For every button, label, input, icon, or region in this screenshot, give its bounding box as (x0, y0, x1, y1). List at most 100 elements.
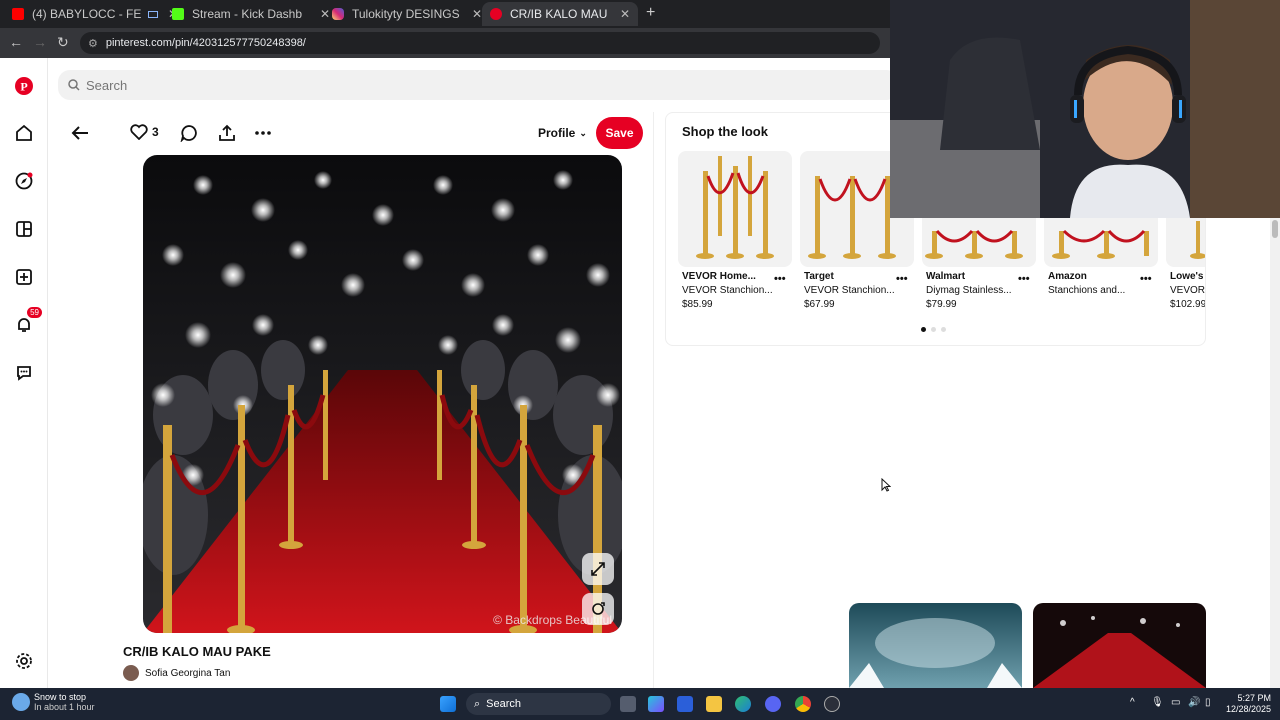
profile-board-dropdown[interactable]: Profile ⌄ (538, 126, 587, 140)
home-icon[interactable] (12, 121, 36, 145)
network-icon[interactable]: ▭ (1171, 697, 1180, 708)
kick-icon (172, 8, 184, 20)
youtube-icon (12, 8, 24, 20)
notifications-badge: 59 (27, 307, 42, 318)
product-store: Lowe's (1170, 271, 1204, 282)
product-store: VEVOR Home... (682, 271, 756, 282)
app-icon[interactable] (677, 696, 693, 712)
pinterest-sidebar: P 59 (0, 58, 48, 688)
more-options-icon[interactable]: ••• (1140, 273, 1152, 285)
battery-icon[interactable]: ▯ (1205, 697, 1211, 708)
expand-icon[interactable] (582, 553, 614, 585)
browser-tab[interactable]: Tulokityty DESINGS (@tulokityty) ✕ (324, 2, 490, 26)
product-name: Stanchions and... (1048, 285, 1126, 296)
product-price: $67.99 (804, 299, 835, 310)
back-nav-icon[interactable]: ← (9, 34, 23, 50)
like-button[interactable]: 3 (130, 124, 159, 140)
task-view-icon[interactable] (620, 696, 636, 712)
messages-icon[interactable] (12, 361, 36, 385)
boards-icon[interactable] (12, 217, 36, 241)
product-name: Diymag Stainless... (926, 285, 1012, 296)
weather-snow-icon (12, 693, 30, 711)
microphone-icon[interactable]: 🎙 (1151, 697, 1164, 708)
file-explorer-icon[interactable] (706, 696, 722, 712)
product-price: $102.99 (1170, 299, 1206, 310)
explore-icon[interactable] (12, 169, 36, 193)
new-tab-icon[interactable]: + (646, 4, 655, 22)
forward-nav-icon[interactable]: → (33, 34, 47, 50)
save-button[interactable]: Save (596, 117, 643, 149)
reload-icon[interactable]: ↻ (57, 34, 69, 51)
clock-date: 12/28/2025 (1226, 704, 1272, 714)
product-store: Walmart (926, 271, 966, 282)
cast-icon (148, 10, 158, 18)
more-options-icon[interactable]: ••• (896, 273, 908, 285)
visual-search-icon[interactable] (582, 593, 614, 625)
back-arrow-icon[interactable] (70, 124, 90, 147)
page-scrollbar[interactable] (1270, 218, 1280, 688)
chevron-down-icon: ⌄ (579, 127, 587, 138)
webcam-feed (890, 0, 1280, 218)
discord-icon[interactable] (765, 696, 781, 712)
pinterest-logo-icon[interactable]: P (12, 74, 36, 98)
volume-icon[interactable]: 🔊 (1188, 697, 1200, 708)
search-input[interactable]: Search (58, 70, 898, 100)
tab-title: Tulokityty DESINGS (@tulokityty) (352, 7, 462, 21)
close-tab-icon[interactable]: ✕ (472, 7, 482, 21)
edge-icon[interactable] (735, 696, 751, 712)
copilot-icon[interactable] (648, 696, 664, 712)
url-bar[interactable]: ⚙ pinterest.com/pin/420312577750248398/ (80, 32, 880, 54)
search-icon (68, 79, 80, 91)
related-pin-image (1033, 616, 1206, 688)
windows-taskbar: Snow to stop In about 1 hour ⌕ Search ^ … (0, 688, 1280, 720)
product-name: VEVOR Stanchion... (804, 285, 895, 296)
heart-icon (130, 124, 148, 140)
weather-widget[interactable]: Snow to stop In about 1 hour (12, 692, 95, 712)
avatar (123, 665, 139, 681)
panel-divider (653, 112, 654, 688)
search-placeholder: Search (86, 77, 128, 93)
site-info-icon[interactable]: ⚙ (88, 37, 98, 50)
taskbar-clock[interactable]: 5:27 PM 12/28/2025 (1226, 693, 1271, 715)
more-options-icon[interactable] (254, 124, 272, 142)
pin-title: CR/IB KALO MAU PAKE (123, 644, 271, 659)
carousel-dot[interactable] (921, 327, 926, 332)
product-card[interactable]: VEVOR Home... ••• VEVOR Stanchion... $85… (678, 151, 792, 310)
obs-icon[interactable] (824, 696, 840, 712)
carousel-dot[interactable] (931, 327, 936, 332)
browser-tab[interactable]: (4) BABYLOCC - FELIZ NAVIDAD ✕ (4, 2, 186, 26)
carousel-dot[interactable] (941, 327, 946, 332)
pin-image[interactable]: © Backdrops Beautiful (143, 155, 622, 633)
svg-text:P: P (20, 80, 27, 94)
settings-gear-icon[interactable] (12, 649, 36, 673)
taskbar-search-label: Search (486, 698, 522, 710)
chrome-icon[interactable] (795, 696, 811, 712)
browser-tab[interactable]: Stream - Kick Dashboard ✕ (164, 2, 338, 26)
windows-start-icon[interactable] (440, 696, 456, 712)
pin-author[interactable]: Sofia Georgina Tan (123, 665, 230, 681)
shop-heading: Shop the look (682, 124, 768, 139)
related-pin[interactable] (1033, 603, 1206, 688)
product-store: Amazon (1048, 271, 1087, 282)
carousel-dots (921, 327, 946, 332)
close-tab-icon[interactable]: ✕ (620, 7, 630, 21)
comment-icon[interactable] (180, 124, 198, 142)
tray-chevron-icon[interactable]: ^ (1130, 697, 1135, 708)
related-pin[interactable] (849, 603, 1022, 688)
product-image (678, 151, 792, 267)
taskbar-search[interactable]: ⌕ Search (466, 693, 611, 715)
search-icon: ⌕ (474, 697, 481, 710)
weather-line2: In about 1 hour (34, 702, 95, 712)
create-icon[interactable] (12, 265, 36, 289)
more-options-icon[interactable]: ••• (1018, 273, 1030, 285)
product-price: $79.99 (926, 299, 957, 310)
more-options-icon[interactable]: ••• (774, 273, 786, 285)
tab-title: Stream - Kick Dashboard (192, 7, 302, 21)
like-count: 3 (152, 125, 159, 139)
notifications-icon[interactable]: 59 (12, 307, 42, 337)
scrollbar-thumb[interactable] (1272, 220, 1278, 238)
share-icon[interactable] (218, 124, 236, 142)
red-carpet-image (143, 155, 622, 633)
webcam-overlay (890, 0, 1280, 218)
browser-tab-active[interactable]: CR/IB KALO MAU PAKE ✕ (482, 2, 638, 26)
